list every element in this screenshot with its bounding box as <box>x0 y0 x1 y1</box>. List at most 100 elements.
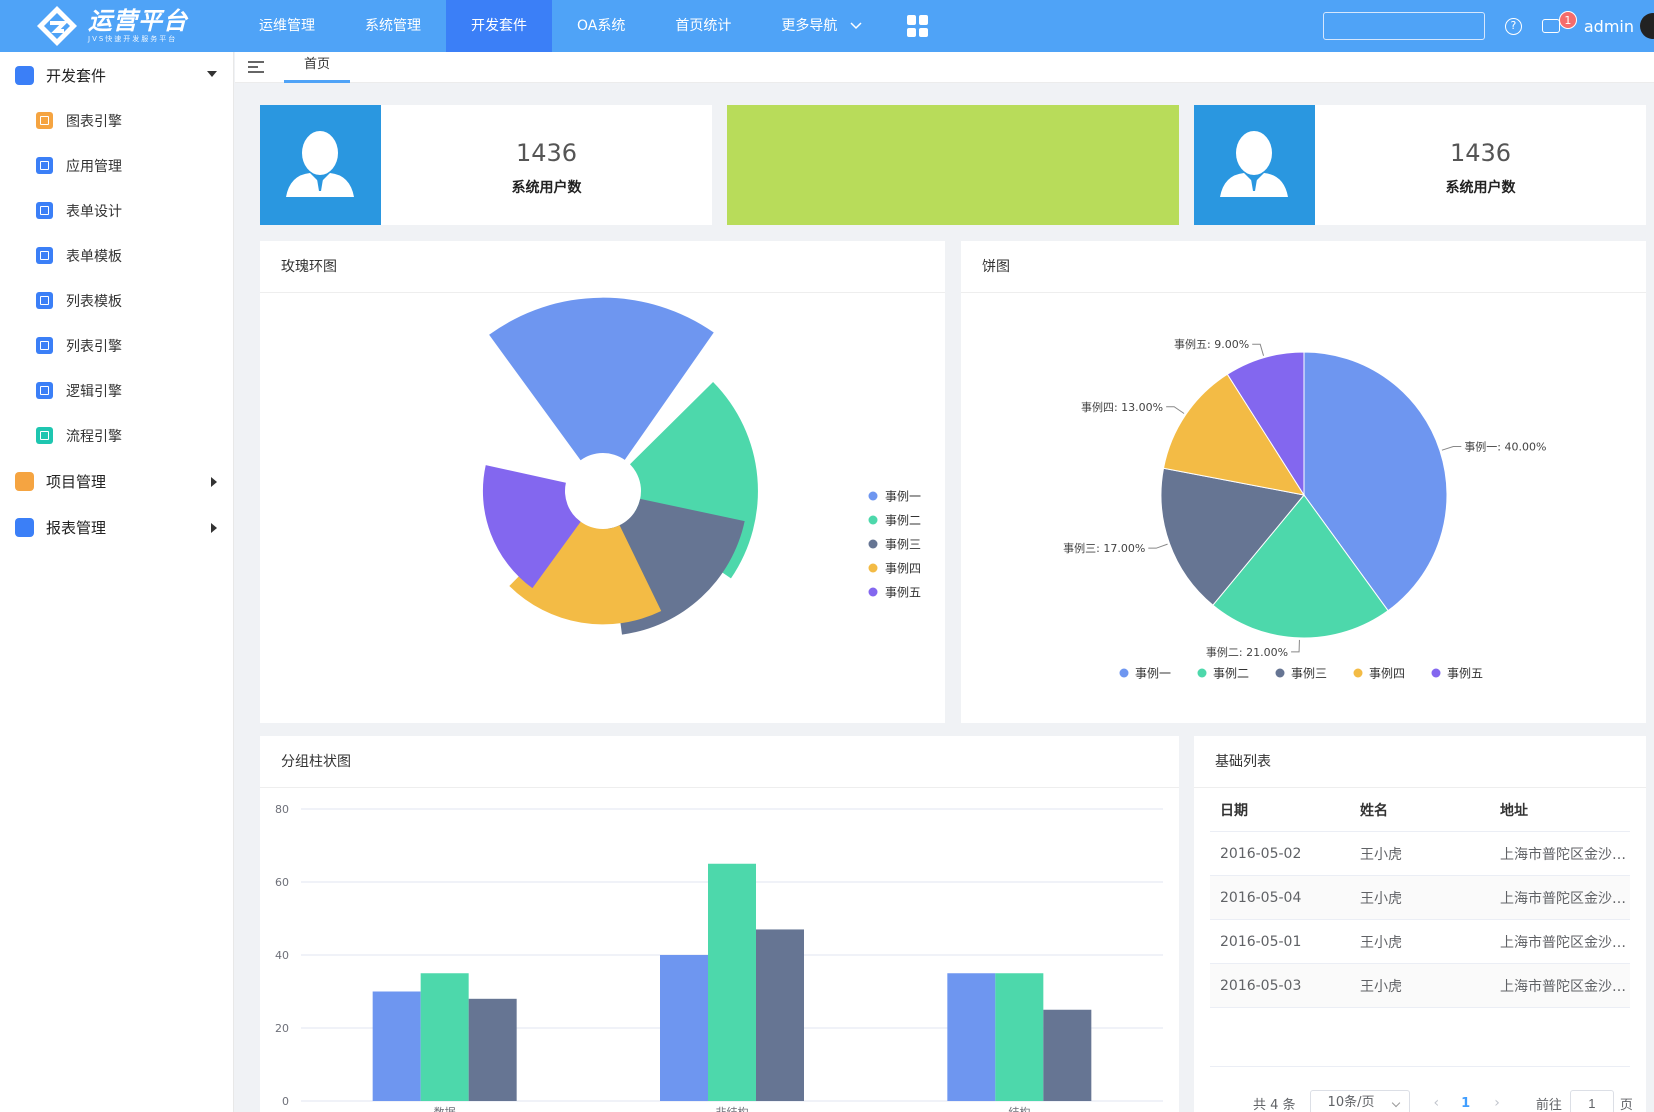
stat-card-users: 1436 系统用户数 <box>260 105 712 225</box>
message-button[interactable]: 1 <box>1541 11 1577 37</box>
bar[interactable] <box>947 973 996 1101</box>
bar[interactable] <box>372 991 421 1102</box>
legend-marker <box>1275 668 1285 678</box>
bar[interactable] <box>660 955 708 1101</box>
pie-label-line <box>1252 343 1265 356</box>
panel-title: 基础列表 <box>1194 736 1646 788</box>
table-row[interactable]: 2016-05-02 王小虎 上海市普陀区金沙江路 1518 弄 <box>1210 832 1630 876</box>
panel-title: 玫瑰环图 <box>260 241 945 293</box>
sidebar-item-app-management[interactable]: 应用管理 <box>0 143 233 188</box>
bar[interactable] <box>995 973 1044 1101</box>
brand-subtitle: JVS快速开发服务平台 <box>88 35 178 43</box>
panel-title: 饼图 <box>961 241 1646 293</box>
legend-label[interactable]: 事例一 <box>1135 667 1171 681</box>
column-header-date[interactable]: 日期 <box>1210 800 1350 820</box>
sidebar-group-label: 项目管理 <box>46 472 107 491</box>
legend-label[interactable]: 事例四 <box>885 562 921 576</box>
prev-page-icon[interactable]: ‹ <box>1434 1095 1440 1111</box>
bar[interactable] <box>468 998 517 1101</box>
sidebar-group-dev-kit[interactable]: 开发套件 <box>0 52 233 98</box>
bar-chart-panel: 分组柱状图 0 20 40 60 80 数据 非结构 结构 <box>260 736 1179 1112</box>
tab-home[interactable]: 首页 <box>284 52 351 83</box>
pie-data-label: 事例一: 40.00% <box>1464 439 1546 453</box>
sidebar-item-list-engine[interactable]: 列表引擎 <box>0 323 233 368</box>
bar[interactable] <box>708 863 756 1101</box>
pie-label-line <box>1166 406 1185 414</box>
bar[interactable] <box>756 929 804 1101</box>
sidebar-item-label: 列表模板 <box>66 293 122 310</box>
y-tick-label: 0 <box>282 1095 289 1108</box>
cell-name: 王小虎 <box>1360 978 1402 995</box>
main-nav: 运维管理 系统管理 开发套件 OA系统 首页统计 更多导航 <box>234 0 929 52</box>
sidebar-group-label: 报表管理 <box>46 518 107 537</box>
brand-logo[interactable]: 运营平台 JVS快速开发服务平台 <box>0 0 234 52</box>
bar[interactable] <box>420 973 469 1101</box>
apps-grid-icon[interactable] <box>906 15 929 37</box>
page-number[interactable]: 1 <box>1461 1096 1470 1111</box>
user-name[interactable]: admin <box>1584 17 1634 36</box>
nav-ops[interactable]: 运维管理 <box>234 0 340 52</box>
sidebar-item-list-template[interactable]: 列表模板 <box>0 278 233 323</box>
highlight-card <box>727 105 1179 225</box>
sidebar-item-form-template[interactable]: 表单模板 <box>0 233 233 278</box>
sidebar-item-form-design[interactable]: 表单设计 <box>0 188 233 233</box>
table-row[interactable]: 2016-05-04 王小虎 上海市普陀区金沙江路 1517 弄 <box>1210 876 1630 920</box>
legend-label[interactable]: 事例一 <box>885 490 921 504</box>
legend-marker <box>1353 668 1363 678</box>
legend-label[interactable]: 事例二 <box>885 514 921 528</box>
bar-chart: 0 20 40 60 80 数据 非结构 结构 <box>275 803 1163 1112</box>
sidebar-item-flow-engine[interactable]: 流程引擎 <box>0 413 233 458</box>
legend-marker <box>868 491 878 501</box>
menu-toggle-icon[interactable] <box>248 61 264 73</box>
help-icon[interactable]: ? <box>1504 17 1522 35</box>
y-tick-label: 80 <box>275 803 289 816</box>
table-row[interactable]: 2016-05-03 王小虎 上海市普陀区金沙江路 1516 弄 <box>1210 964 1630 1008</box>
y-tick-label: 60 <box>275 876 289 889</box>
sidebar-item-logic-engine[interactable]: 逻辑引擎 <box>0 368 233 413</box>
sidebar-item-chart-engine[interactable]: 图表引擎 <box>0 98 233 143</box>
rose-chart: 事例一事例二事例三事例四事例五 <box>482 297 921 635</box>
avatar[interactable] <box>1640 13 1654 39</box>
list-engine-icon <box>36 337 53 354</box>
notification-badge: 1 <box>1558 11 1577 29</box>
legend-label[interactable]: 事例三 <box>885 538 921 552</box>
nav-more[interactable]: 更多导航 <box>756 0 886 52</box>
cell-address: 上海市普陀区金沙江路 1518 弄 <box>1500 846 1630 863</box>
legend-label[interactable]: 事例五 <box>885 586 921 600</box>
column-header-name[interactable]: 姓名 <box>1350 800 1490 820</box>
cell-date: 2016-05-04 <box>1220 889 1302 906</box>
legend-label[interactable]: 事例二 <box>1213 667 1249 681</box>
nav-home-stats[interactable]: 首页统计 <box>650 0 756 52</box>
sidebar-item-label: 流程引擎 <box>66 428 122 445</box>
sidebar-group-report[interactable]: 报表管理 <box>0 504 233 550</box>
app-icon <box>36 157 53 174</box>
legend-label[interactable]: 事例四 <box>1369 667 1405 681</box>
bar[interactable] <box>1043 1009 1092 1101</box>
top-navbar: 运营平台 JVS快速开发服务平台 运维管理 系统管理 开发套件 OA系统 首页统… <box>0 0 1654 52</box>
legend-marker <box>868 587 878 597</box>
nav-oa[interactable]: OA系统 <box>552 0 650 52</box>
column-header-address[interactable]: 地址 <box>1490 800 1630 820</box>
table-header: 日期 姓名 地址 <box>1210 788 1630 832</box>
cell-name: 王小虎 <box>1360 890 1402 907</box>
legend-marker <box>868 539 878 549</box>
goto-page-input[interactable] <box>1569 1090 1614 1112</box>
page-size-select[interactable]: 10条/页 <box>1309 1090 1410 1112</box>
sidebar-group-label: 开发套件 <box>46 66 107 85</box>
legend-label[interactable]: 事例五 <box>1447 667 1483 681</box>
user-icon <box>1194 105 1315 225</box>
table-row[interactable]: 2016-05-01 王小虎 上海市普陀区金沙江路 1519 弄 <box>1210 920 1630 964</box>
caret-right-icon <box>211 523 217 533</box>
stat-label: 系统用户数 <box>511 180 582 196</box>
sidebar-group-project[interactable]: 项目管理 <box>0 458 233 504</box>
pie-data-label: 事例四: 13.00% <box>1081 400 1163 414</box>
nav-dev-kit[interactable]: 开发套件 <box>446 0 552 52</box>
rose-chart-panel: 玫瑰环图 事例一事例二事例三事例四事例五 <box>260 241 945 723</box>
legend-label[interactable]: 事例三 <box>1291 667 1327 681</box>
nav-system[interactable]: 系统管理 <box>340 0 446 52</box>
cell-address: 上海市普陀区金沙江路 1519 弄 <box>1500 934 1630 951</box>
next-page-icon[interactable]: › <box>1494 1095 1500 1111</box>
search-input[interactable] <box>1322 12 1485 40</box>
legend-marker <box>1119 668 1129 678</box>
pagination: 共 4 条 10条/页 ‹ 1 › 前往 页 <box>1194 1088 1646 1112</box>
